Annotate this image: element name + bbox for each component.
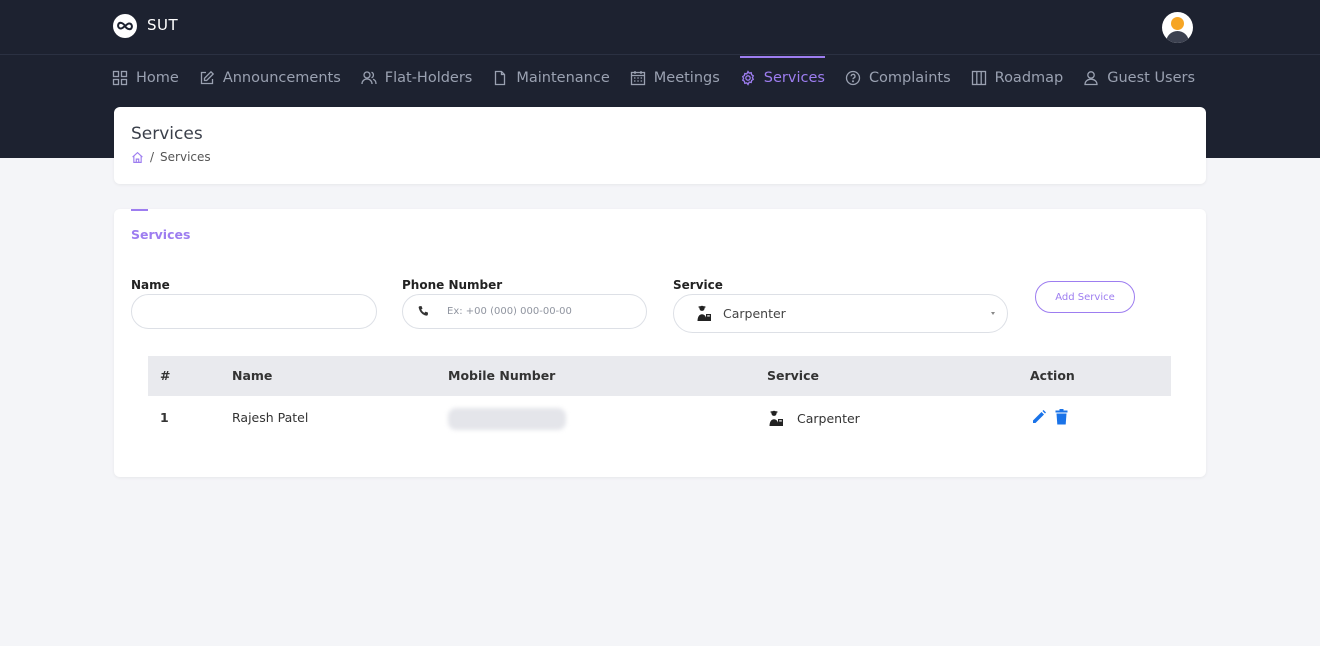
nav-item-guest-users[interactable]: Guest Users	[1083, 56, 1195, 100]
users-icon	[361, 71, 377, 85]
nav-label-complaints: Complaints	[868, 70, 951, 86]
row-service: Carpenter	[768, 410, 860, 427]
section-indicator	[131, 209, 148, 211]
nav-item-home[interactable]: Home	[112, 56, 179, 100]
name-input[interactable]	[132, 295, 376, 328]
nav-label-maintenance: Maintenance	[516, 70, 610, 86]
chevron-down-icon	[991, 312, 995, 315]
delete-trash-icon[interactable]	[1055, 409, 1068, 429]
services-card: Services Name Phone Number Service Carpe…	[114, 209, 1206, 477]
grid-icon	[112, 70, 128, 86]
edit-pencil-icon[interactable]	[1031, 409, 1047, 429]
nav-item-complaints[interactable]: Complaints	[845, 56, 951, 100]
avatar-body	[1166, 31, 1189, 43]
breadcrumb-current: Services	[160, 150, 211, 164]
phone-field	[402, 294, 647, 329]
nav-item-roadmap[interactable]: Roadmap	[971, 56, 1064, 100]
service-label: Service	[673, 278, 723, 292]
carpenter-icon	[769, 410, 783, 426]
service-selected-value: Carpenter	[723, 306, 786, 321]
nav-label-guest-users: Guest Users	[1107, 70, 1196, 86]
nav-item-announcements[interactable]: Announcements	[199, 56, 341, 100]
help-circle-icon	[845, 70, 861, 86]
file-icon	[495, 70, 506, 86]
section-title: Services	[131, 227, 191, 242]
name-label: Name	[131, 278, 170, 292]
row-index: 1	[160, 410, 169, 425]
calendar-icon	[630, 71, 645, 86]
infinity-logo-icon[interactable]	[113, 14, 137, 38]
nav-label-flat-holders: Flat-Holders	[384, 70, 473, 86]
header-mobile: Mobile Number	[448, 368, 556, 383]
phone-icon	[418, 305, 429, 316]
phone-label: Phone Number	[402, 278, 503, 292]
row-actions	[1031, 409, 1076, 429]
nav-label-roadmap: Roadmap	[994, 70, 1064, 86]
phone-input[interactable]	[403, 295, 646, 328]
user-icon	[1084, 71, 1098, 86]
page-title: Services	[131, 124, 203, 144]
table-header: # Name Mobile Number Service Action	[148, 356, 1171, 396]
add-service-button[interactable]: Add Service	[1035, 281, 1135, 313]
nav-item-flat-holders[interactable]: Flat-Holders	[361, 56, 473, 100]
main-nav: Home Announcements Flat-Holders Maintena…	[112, 56, 1215, 100]
header-action: Action	[1030, 368, 1075, 383]
carpenter-icon	[697, 305, 711, 321]
services-table: # Name Mobile Number Service Action 1 Ra…	[148, 356, 1171, 442]
nav-item-services[interactable]: Services	[739, 56, 826, 100]
breadcrumb: / Services	[131, 150, 211, 164]
breadcrumb-separator: /	[150, 150, 155, 164]
page-header-card: Services / Services	[114, 107, 1206, 184]
avatar-head	[1171, 17, 1184, 30]
edit-icon	[200, 70, 214, 85]
user-avatar[interactable]	[1162, 12, 1193, 43]
header-index: #	[160, 368, 171, 383]
nav-label-announcements: Announcements	[222, 70, 341, 86]
nav-label-services: Services	[763, 70, 825, 86]
home-icon[interactable]	[131, 151, 144, 164]
brand-row: SUT	[0, 0, 1320, 55]
row-name: Rajesh Patel	[232, 410, 309, 425]
gear-icon	[741, 70, 754, 86]
nav-label-home: Home	[136, 70, 179, 86]
header-service: Service	[767, 368, 819, 383]
name-field	[131, 294, 377, 329]
app-name[interactable]: SUT	[147, 16, 178, 34]
row-service-label: Carpenter	[797, 411, 860, 426]
nav-label-meetings: Meetings	[653, 70, 720, 86]
nav-item-maintenance[interactable]: Maintenance	[492, 56, 610, 100]
columns-icon	[971, 70, 986, 86]
service-select[interactable]: Carpenter	[673, 294, 1008, 333]
table-row: 1 Rajesh Patel Carpenter	[148, 396, 1171, 442]
mobile-number-redacted	[448, 408, 566, 430]
header-name: Name	[232, 368, 273, 383]
nav-item-meetings[interactable]: Meetings	[630, 56, 720, 100]
